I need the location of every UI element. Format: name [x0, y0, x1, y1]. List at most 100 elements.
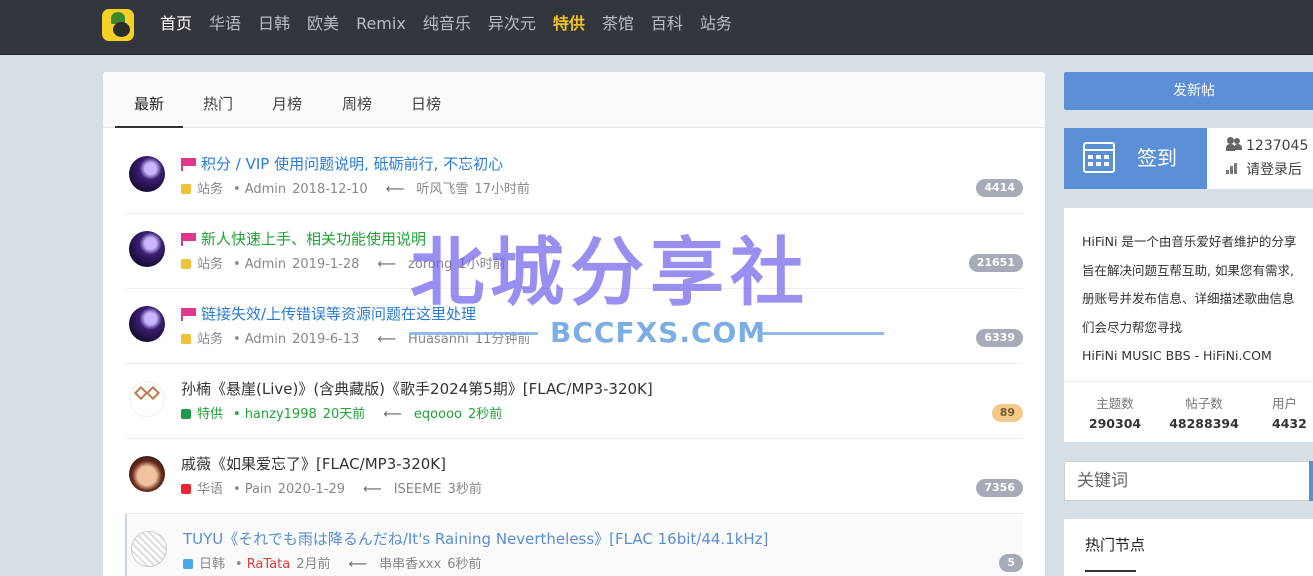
thread-title[interactable]: 孙楠《悬崖(Live)》(含典藏版)《歌手2024第5期》[FLAC/MP3-3… — [181, 378, 653, 400]
last-reply-user[interactable]: 听风飞雪 — [416, 182, 468, 197]
last-reply-time: 11分钟前 — [474, 332, 531, 347]
post-date: 2019-6-13 — [292, 332, 360, 347]
about-line: 册账号并发布信息、详细描述歌曲信息 — [1082, 291, 1295, 306]
reply-count-badge: 7356 — [976, 479, 1023, 497]
nav-item-remix[interactable]: Remix — [356, 13, 406, 35]
avatar[interactable] — [129, 306, 165, 342]
avatar[interactable] — [129, 231, 165, 267]
thread-title[interactable]: 戚薇《如果爱忘了》[FLAC/MP3-320K] — [181, 453, 446, 475]
forum-name[interactable]: 华语 — [197, 482, 223, 497]
thread-row[interactable]: TUYU《それでも雨は降るんだね/It's Raining Neverthele… — [125, 514, 1023, 576]
nav-item-jpkr[interactable]: 日韩 — [258, 13, 290, 35]
search-input[interactable] — [1065, 462, 1309, 500]
forum-color-dot — [181, 409, 191, 419]
thread-title[interactable]: TUYU《それでも雨は降るんだね/It's Raining Neverthele… — [183, 528, 768, 550]
thread-meta: 日韩 • RaTata 2月前 ⟵ 串串香xxx 6秒前 — [183, 556, 488, 574]
author-name[interactable]: Admin — [245, 332, 286, 347]
site-logo[interactable] — [102, 9, 134, 41]
thread-tabs: 最新 热门 月榜 周榜 日榜 — [103, 72, 1045, 128]
stat-users: 用户 4432 — [1272, 396, 1313, 434]
reply-count-badge: 5 — [999, 554, 1023, 572]
avatar[interactable] — [129, 156, 165, 192]
author-name[interactable]: Pain — [245, 482, 272, 497]
reply-count-badge: 21651 — [968, 254, 1023, 272]
arrow-left-icon: ⟵ — [377, 257, 397, 272]
reply-count-badge: 6339 — [976, 329, 1023, 347]
new-post-button[interactable]: 发新帖 — [1064, 72, 1313, 110]
site-stats: 主题数 290304 帖子数 48288394 用户 4432 — [1064, 381, 1313, 442]
nav-item-wiki[interactable]: 百科 — [651, 13, 683, 35]
nav-item-site-affairs[interactable]: 站务 — [700, 13, 732, 35]
last-reply-user[interactable]: zorong — [408, 257, 452, 272]
thread-title-text[interactable]: 新人快速上手、相关功能使用说明 — [201, 230, 426, 248]
nav-item-instrumental[interactable]: 纯音乐 — [423, 13, 471, 35]
tab-monthly[interactable]: 月榜 — [257, 72, 317, 128]
avatar[interactable] — [129, 381, 165, 417]
nav-item-home[interactable]: 首页 — [160, 13, 192, 35]
reply-count-badge: 4414 — [976, 179, 1023, 197]
stat-value: 48288394 — [1169, 416, 1239, 431]
post-date: 2020-1-29 — [277, 482, 346, 497]
login-hint[interactable]: 请登录后 — [1246, 162, 1302, 178]
nav-item-chinese[interactable]: 华语 — [209, 13, 241, 35]
nav-item-western[interactable]: 欧美 — [307, 13, 339, 35]
stat-label: 用户 — [1272, 396, 1298, 411]
thread-row[interactable]: 新人快速上手、相关功能使用说明 站务 • Admin 2019-1-28 ⟵ zorong… — [125, 214, 1023, 289]
nav-item-special[interactable]: 特供 — [553, 13, 585, 35]
reply-count-badge: 89 — [991, 404, 1023, 422]
author-name[interactable]: Admin — [245, 257, 286, 272]
thread-row[interactable]: 链接失效/上传错误等资源问题在这里处理 站务 • Admin 2019-6-13 ⟵ Hu… — [125, 289, 1023, 364]
tab-latest[interactable]: 最新 — [115, 72, 183, 128]
last-reply-time: 1小时前 — [458, 257, 506, 272]
author-name[interactable]: Admin — [245, 182, 286, 197]
forum-name[interactable]: 日韩 — [199, 557, 225, 572]
avatar[interactable] — [129, 456, 165, 492]
about-line: HiFiNi 是一个由音乐爱好者维护的分享 — [1082, 234, 1297, 249]
forum-color-dot — [183, 559, 193, 569]
stat-value: 4432 — [1272, 416, 1307, 431]
thread-row[interactable]: 戚薇《如果爱忘了》[FLAC/MP3-320K] 华语 • Pain 2020-1-2… — [125, 439, 1023, 514]
top-navbar: 首页 华语 日韩 欧美 Remix 纯音乐 异次元 特供 茶馆 百科 站务 — [0, 0, 1313, 55]
tab-daily[interactable]: 日榜 — [396, 72, 456, 128]
main-nav: 首页 华语 日韩 欧美 Remix 纯音乐 异次元 特供 茶馆 百科 站务 — [160, 13, 749, 35]
thread-meta: 站务 • Admin 2018-12-10 ⟵ 听风飞雪 17小时前 — [181, 181, 536, 199]
forum-name[interactable]: 站务 — [197, 182, 223, 197]
post-date: 2018-12-10 — [292, 182, 368, 197]
thread-title[interactable]: 新人快速上手、相关功能使用说明 — [181, 228, 426, 250]
last-reply-user[interactable]: eqoooo — [414, 407, 462, 422]
author-name[interactable]: RaTata — [247, 557, 291, 572]
thread-title-text[interactable]: 链接失效/上传错误等资源问题在这里处理 — [201, 305, 476, 323]
thread-title-text[interactable]: 积分 / VIP 使用问题说明, 砥砺前行, 不忘初心 — [201, 155, 503, 173]
avatar[interactable] — [131, 531, 167, 567]
pin-flag-icon — [181, 308, 196, 321]
thread-meta: 华语 • Pain 2020-1-29 ⟵ ISEEME 3秒前 — [181, 481, 488, 499]
last-reply-user[interactable]: 串串香xxx — [379, 557, 441, 572]
thread-title[interactable]: 链接失效/上传错误等资源问题在这里处理 — [181, 303, 476, 325]
forum-name[interactable]: 站务 — [197, 332, 223, 347]
nav-item-teahouse[interactable]: 茶馆 — [602, 13, 634, 35]
post-date: 20天前 — [322, 407, 366, 422]
tab-weekly[interactable]: 周榜 — [327, 72, 387, 128]
search-button[interactable] — [1309, 461, 1313, 501]
forum-name[interactable]: 特供 — [197, 407, 223, 422]
thread-meta: 特供 • hanzy1998 20天前 ⟵ eqoooo 2秒前 — [181, 406, 508, 424]
signin-button[interactable]: 签到 — [1064, 128, 1207, 189]
thread-row[interactable]: 积分 / VIP 使用问题说明, 砥砺前行, 不忘初心 站务 • Admin 2018… — [125, 139, 1023, 214]
last-reply-time: 6秒前 — [447, 557, 482, 572]
about-text: HiFiNi 是一个由音乐爱好者维护的分享 旨在解决问题互帮互助, 如果您有需求… — [1082, 228, 1313, 371]
thread-row[interactable]: 孙楠《悬崖(Live)》(含典藏版)《歌手2024第5期》[FLAC/MP3-3… — [125, 364, 1023, 439]
thread-title[interactable]: 积分 / VIP 使用问题说明, 砥砺前行, 不忘初心 — [181, 153, 503, 175]
author-name[interactable]: hanzy1998 — [245, 407, 317, 422]
forum-name[interactable]: 站务 — [197, 257, 223, 272]
nav-item-acg[interactable]: 异次元 — [488, 13, 536, 35]
last-reply-time: 17小时前 — [474, 182, 530, 197]
thread-meta: 站务 • Admin 2019-1-28 ⟵ zorong 1小时前 — [181, 256, 512, 274]
last-reply-time: 3秒前 — [447, 482, 482, 497]
last-reply-user[interactable]: ISEEME — [394, 482, 442, 497]
stat-value: 290304 — [1088, 416, 1142, 431]
last-reply-user[interactable]: Huasanni — [408, 332, 469, 347]
tab-hot[interactable]: 热门 — [188, 72, 248, 128]
about-line: 们会尽力帮您寻找 — [1082, 319, 1183, 335]
hot-nodes-panel: 热门节点 — [1064, 519, 1313, 576]
last-reply-time: 2秒前 — [468, 407, 503, 422]
